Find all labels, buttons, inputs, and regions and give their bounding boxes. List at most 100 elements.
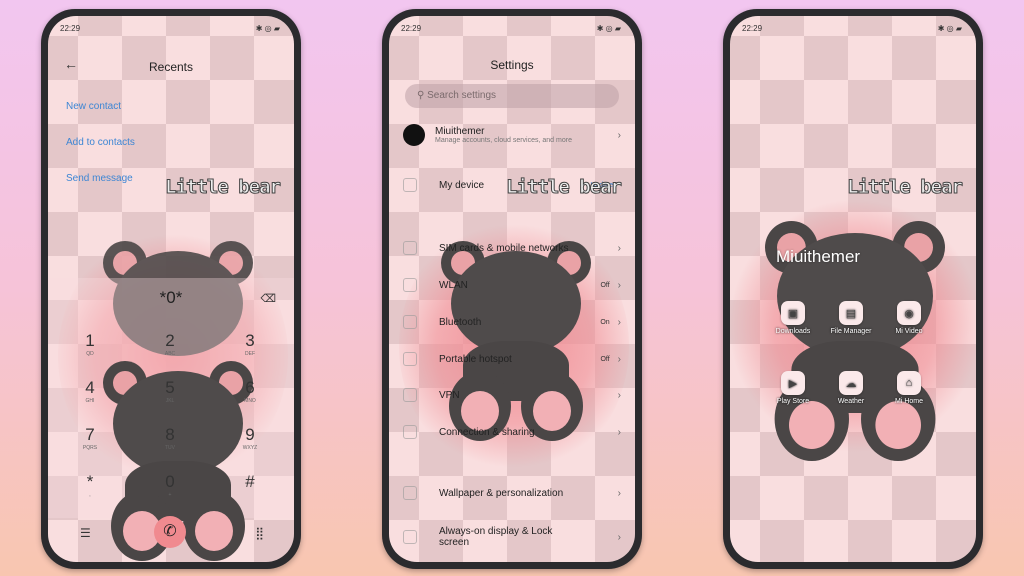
key-letters: + xyxy=(168,492,172,498)
search-icon: ⚲ xyxy=(417,90,428,101)
search-placeholder: Search settings xyxy=(427,90,497,101)
key-digit: * xyxy=(86,472,94,491)
key-letters: TUV xyxy=(165,445,175,451)
avatar xyxy=(403,124,425,146)
my-device-label: My device xyxy=(439,179,485,191)
home-screen: 22:29 ✱ ◎ ▰ Little bear Miuithemer ▣ Downl… xyxy=(730,16,976,562)
app-icon-mi-home[interactable]: ⌂ Mi Home xyxy=(882,371,936,405)
dialer-screen: 22:29 ✱ ◎ ▰ ← Recents New contact Add to … xyxy=(48,16,294,562)
settings-row[interactable]: SIM cards & mobile networks › xyxy=(403,241,621,255)
status-time: 22:29 xyxy=(60,24,81,33)
setting-icon xyxy=(403,425,417,439)
chevron-right-icon: › xyxy=(617,242,621,254)
chevron-right-icon: › xyxy=(617,389,621,401)
settings-screen: 22:29 ✱ ◎ ▰ Settings ⚲ Search settings Mi… xyxy=(389,16,635,562)
dial-key[interactable]: 5 JKL xyxy=(150,378,190,404)
dial-key[interactable]: 7 PQRS xyxy=(70,425,110,451)
phone-icon: ✆ xyxy=(163,523,177,540)
setting-icon xyxy=(403,278,417,292)
dial-key[interactable]: *, xyxy=(70,472,110,498)
app-icon-downloads[interactable]: ▣ Downloads xyxy=(766,301,820,335)
key-digit: 1 xyxy=(85,331,95,350)
call-button[interactable]: ✆ xyxy=(154,516,186,548)
status-bar: 22:29 ✱ ◎ ▰ xyxy=(60,24,280,33)
account-name: Miuithemer xyxy=(435,126,485,137)
setting-icon xyxy=(403,486,417,500)
dial-key[interactable]: 6 MNO xyxy=(230,378,270,404)
chevron-right-icon: › xyxy=(617,426,621,438)
setting-label: Connection & sharing xyxy=(439,426,535,438)
setting-value: Off xyxy=(600,281,610,289)
account-row[interactable]: Miuithemer Manage accounts, cloud service… xyxy=(403,124,621,146)
chevron-right-icon: › xyxy=(617,129,621,141)
new-contact-link[interactable]: New contact xyxy=(66,101,121,112)
settings-row[interactable]: Bluetooth On › xyxy=(403,315,621,329)
setting-label: Always-on display & Lock screen xyxy=(439,526,553,548)
dial-key[interactable]: # xyxy=(230,472,270,492)
menu-icon[interactable]: ☰ xyxy=(80,526,91,540)
dial-key[interactable]: 0 + xyxy=(150,472,190,498)
key-letters: ABC xyxy=(164,351,176,357)
key-letters: QD xyxy=(86,351,94,357)
setting-value: Off xyxy=(600,355,610,363)
status-time: 22:29 xyxy=(401,24,422,33)
key-digit: 8 xyxy=(165,425,175,444)
dial-key[interactable]: 8 TUV xyxy=(150,425,190,451)
key-digit: # xyxy=(245,472,255,491)
key-letters: MNO xyxy=(244,398,256,404)
settings-row[interactable]: Portable hotspot Off › xyxy=(403,352,621,366)
settings-row[interactable]: VPN › xyxy=(403,388,621,402)
status-time: 22:29 xyxy=(742,24,763,33)
add-to-contacts-link[interactable]: Add to contacts xyxy=(66,137,135,148)
app-label: Mi Video xyxy=(895,328,923,335)
dial-key[interactable]: 9 WXYZ xyxy=(230,425,270,451)
key-digit: 3 xyxy=(245,331,255,350)
app-icon-mi-video[interactable]: ◉ Mi Video xyxy=(882,301,936,335)
setting-label: VPN xyxy=(439,389,460,401)
setting-label: Portable hotspot xyxy=(439,353,512,365)
settings-row[interactable]: WLAN Off › xyxy=(403,278,621,292)
little-bear-watermark: Little bear xyxy=(847,176,964,199)
setting-icon xyxy=(403,352,417,366)
keypad-icon[interactable]: ⣿ xyxy=(255,526,264,540)
search-input[interactable]: ⚲ Search settings xyxy=(405,84,619,108)
app-icon-file-manager[interactable]: ▤ File Manager xyxy=(824,301,878,335)
app-icon-weather[interactable]: ☁ Weather xyxy=(824,371,878,405)
key-letters: PQRS xyxy=(82,445,98,451)
key-letters: DEF xyxy=(245,351,255,357)
settings-row[interactable]: Always-on display & Lock screen › xyxy=(403,526,621,548)
dial-key[interactable]: 1 QD xyxy=(70,331,110,357)
chevron-right-icon: › xyxy=(617,316,621,328)
setting-icon xyxy=(403,530,417,544)
phone-home: 22:29 ✱ ◎ ▰ Little bear Miuithemer ▣ Downl… xyxy=(723,9,983,569)
chevron-right-icon: › xyxy=(617,487,621,499)
setting-label: SIM cards & mobile networks xyxy=(439,242,569,254)
backspace-icon[interactable]: ⌫ xyxy=(260,292,276,305)
app-label: Mi Home xyxy=(894,398,923,405)
bear-image xyxy=(441,241,591,441)
settings-row[interactable]: Connection & sharing › xyxy=(403,425,621,439)
page-title: Recents xyxy=(148,60,194,74)
phone-settings: 22:29 ✱ ◎ ▰ Settings ⚲ Search settings Mi… xyxy=(382,9,642,569)
key-letters: JKL xyxy=(165,398,175,404)
dial-key[interactable]: 4 GHI xyxy=(70,378,110,404)
send-message-link[interactable]: Send message xyxy=(66,173,133,184)
setting-icon xyxy=(403,315,417,329)
setting-value: On xyxy=(600,318,610,326)
app-glyph-icon: ▣ xyxy=(781,301,805,325)
key-letters: , xyxy=(89,492,91,498)
setting-icon xyxy=(403,241,417,255)
dial-key[interactable]: 3 DEF xyxy=(230,331,270,357)
page-title: Settings xyxy=(490,58,534,72)
device-icon xyxy=(403,178,417,192)
app-icon-play-store[interactable]: ▶ Play Store xyxy=(766,371,820,405)
key-digit: 0 xyxy=(165,472,175,491)
settings-row[interactable]: Wallpaper & personalization › xyxy=(403,486,621,500)
dial-input[interactable]: *0* xyxy=(48,288,294,308)
app-glyph-icon: ▶ xyxy=(781,371,805,395)
dial-key[interactable]: 2 ABC xyxy=(150,331,190,357)
status-icons: ✱ ◎ ▰ xyxy=(596,24,621,33)
phone-dialer: 22:29 ✱ ◎ ▰ ← Recents New contact Add to … xyxy=(41,9,301,569)
status-icons: ✱ ◎ ▰ xyxy=(937,24,962,33)
little-bear-watermark: Little bear xyxy=(506,176,623,199)
